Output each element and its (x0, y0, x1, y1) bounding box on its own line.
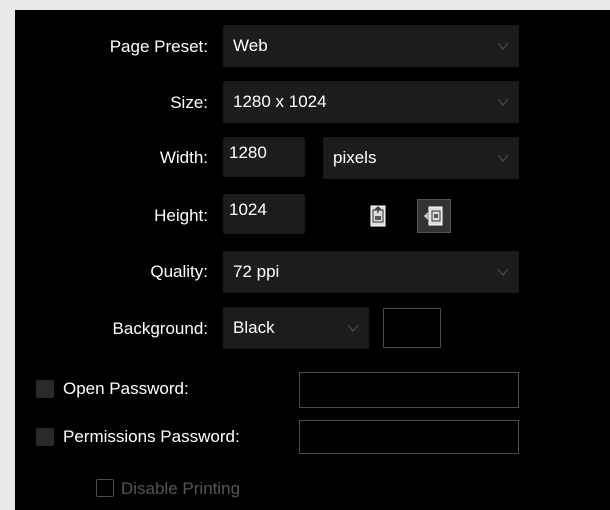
disable-printing-checkbox[interactable] (96, 479, 114, 497)
quality-select[interactable]: 72 ppi (223, 251, 519, 293)
open-password-input[interactable] (299, 372, 519, 408)
page-preset-select[interactable]: Web (223, 25, 519, 67)
chevron-down-icon (497, 268, 509, 277)
background-value: Black (233, 318, 275, 337)
quality-value: 72 ppi (233, 262, 280, 281)
portrait-orientation-button[interactable] (361, 199, 395, 233)
page-preset-label: Page Preset: (109, 37, 208, 56)
chevron-down-icon (347, 324, 359, 333)
open-password-checkbox[interactable] (36, 380, 54, 398)
height-input[interactable]: 1024 (223, 194, 305, 234)
width-input[interactable]: 1280 (223, 137, 305, 177)
permissions-password-label: Permissions Password: (63, 427, 240, 446)
landscape-orientation-icon (424, 206, 443, 226)
permissions-password-checkbox[interactable] (36, 428, 54, 446)
chevron-down-icon (497, 98, 509, 107)
width-value: 1280 (229, 143, 267, 162)
chevron-down-icon (497, 42, 509, 51)
background-label: Background: (112, 319, 208, 338)
background-select[interactable]: Black (223, 307, 369, 349)
permissions-password-input[interactable] (299, 420, 519, 454)
height-label: Height: (154, 206, 208, 225)
landscape-orientation-button[interactable] (417, 199, 451, 233)
size-select[interactable]: 1280 x 1024 (223, 81, 519, 123)
portrait-orientation-icon (370, 205, 386, 227)
size-value: 1280 x 1024 (233, 92, 327, 111)
background-color-swatch[interactable] (383, 308, 441, 348)
page-setup-panel: Page Preset: Web Size: 1280 x 1024 Width… (15, 10, 610, 510)
disable-printing-label: Disable Printing (121, 479, 241, 498)
open-password-label: Open Password: (63, 379, 189, 398)
chevron-down-icon (497, 154, 509, 163)
width-label: Width: (159, 148, 208, 167)
quality-label: Quality: (150, 262, 208, 281)
units-value: pixels (333, 148, 377, 167)
page-preset-value: Web (233, 36, 268, 55)
size-label: Size: (170, 93, 208, 112)
height-value: 1024 (229, 200, 267, 219)
units-select[interactable]: pixels (323, 137, 519, 179)
